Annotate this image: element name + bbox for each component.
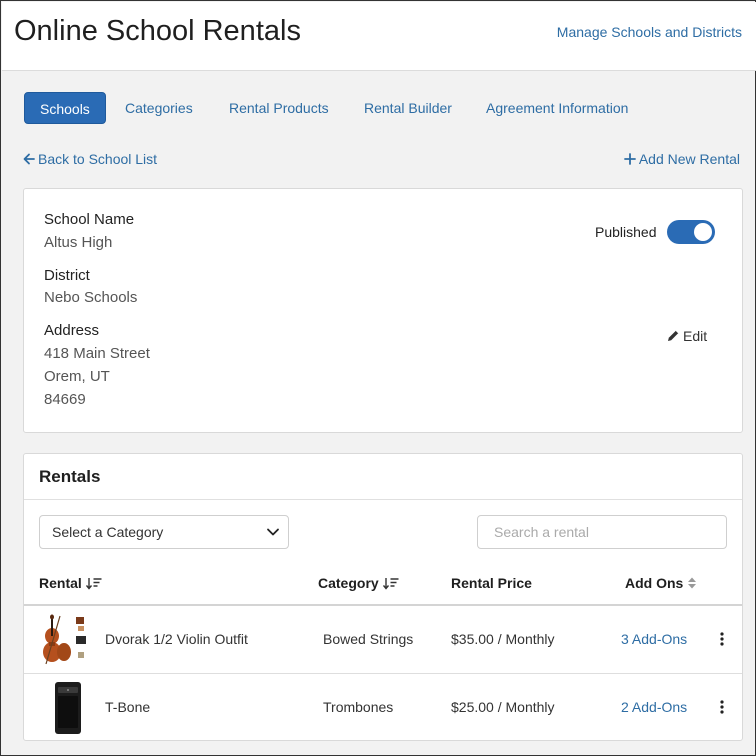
district-label: District [44,267,90,284]
sort-descending-icon [382,577,399,590]
school-name-value: Altus High [44,234,113,251]
column-header-addons[interactable]: Add Ons [625,575,697,591]
column-header-addons-label: Add Ons [625,575,684,591]
addons-link[interactable]: 2 Add-Ons [621,699,687,715]
app-window: Online School Rentals Manage Schools and… [0,0,756,756]
toggle-knob [694,223,712,241]
table-row[interactable]: Dvorak 1/2 Violin Outfit Bowed Strings $… [24,606,742,673]
column-header-price: Rental Price [451,575,532,591]
rental-price: $35.00 / Monthly [451,631,555,647]
tab-agreement-information[interactable]: Agreement Information [486,92,628,124]
rentals-card: Rentals Select a Category Rental Categor… [23,453,743,741]
rentals-title: Rentals [39,467,101,486]
rental-search-input[interactable] [477,515,727,549]
more-options-icon[interactable] [717,699,727,715]
back-link-label: Back to School List [38,151,158,167]
app-header: Online School Rentals Manage Schools and… [2,2,756,71]
edit-label: Edit [683,328,708,344]
column-header-rental[interactable]: Rental [39,575,102,591]
rental-price: $25.00 / Monthly [451,699,555,715]
add-rental-label: Add New Rental [638,151,740,167]
school-info-card: School Name Altus High District Nebo Sch… [23,188,743,433]
page-title: Online School Rentals [14,15,301,47]
column-header-category[interactable]: Category [318,575,399,591]
address-line-3: 84669 [44,391,86,408]
address-line-2: Orem, UT [44,368,110,385]
rental-category: Bowed Strings [323,631,414,647]
sort-icon [688,577,697,589]
back-to-school-list-link[interactable]: Back to School List [23,151,157,167]
category-select-value: Select a Category [52,524,164,540]
sort-descending-icon [85,577,102,590]
manage-schools-link[interactable]: Manage Schools and Districts [557,24,742,40]
tab-categories[interactable]: Categories [125,92,193,124]
violin-image [38,612,96,668]
arrow-left-icon [23,153,35,165]
tab-rental-products[interactable]: Rental Products [229,92,329,124]
rentals-header: Rentals [24,454,742,500]
rental-name: T-Bone [105,699,151,715]
edit-school-button[interactable]: Edit [667,328,707,344]
school-name-label: School Name [44,211,135,228]
address-label: Address [44,322,100,339]
add-new-rental-button[interactable]: Add New Rental [623,151,740,167]
addons-link[interactable]: 3 Add-Ons [621,631,687,647]
rental-name: Dvorak 1/2 Violin Outfit [105,631,248,647]
address-line-1: 418 Main Street [44,345,150,362]
published-label: Published [595,224,657,240]
tbone-device-image [38,680,96,736]
district-value: Nebo Schools [44,289,138,306]
column-header-category-label: Category [318,575,379,591]
tab-schools[interactable]: Schools [24,92,106,124]
rental-category: Trombones [323,699,394,715]
chevron-down-icon [267,528,279,536]
column-header-price-label: Rental Price [451,575,532,591]
table-row[interactable]: T-Bone Trombones $25.00 / Monthly 2 Add-… [24,674,742,741]
more-options-icon[interactable] [717,631,727,647]
pencil-icon [668,330,679,341]
tab-rental-builder[interactable]: Rental Builder [364,92,452,124]
category-select[interactable]: Select a Category [39,515,289,549]
published-toggle[interactable] [667,220,715,244]
column-header-rental-label: Rental [39,575,82,591]
plus-icon [623,153,636,165]
